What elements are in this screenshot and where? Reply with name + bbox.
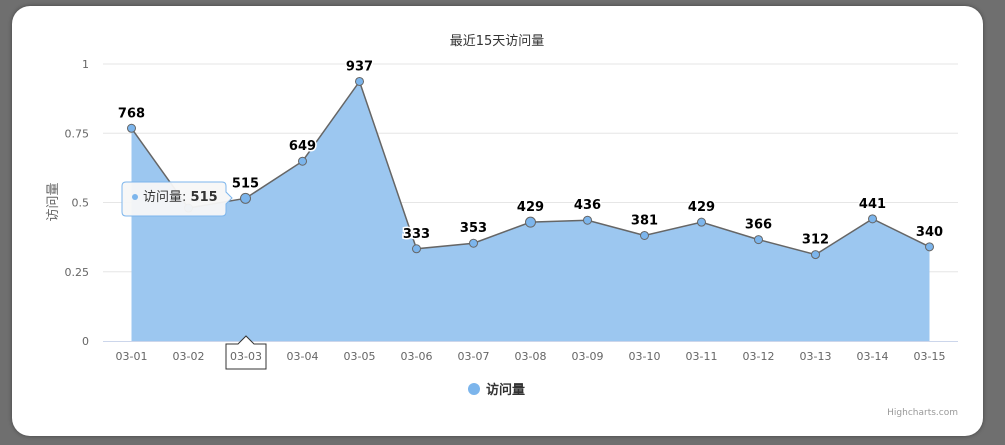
y-tick-label: 1 [82,58,89,71]
data-label: 429 [517,200,544,215]
data-label: 768 [118,106,145,121]
legend-marker[interactable] [468,383,480,395]
x-tick-label: 03-09 [572,350,604,363]
x-tick-label: 03-02 [173,350,205,363]
tooltip: 访问量: 515 [121,181,233,217]
data-point[interactable] [469,238,478,248]
x-axis-tooltip-label: 03-03 [230,350,262,363]
area-chart: 最近15天访问量 0 0.25 0.5 0.75 1 03-01 03-02 03-04 03… [46,34,958,418]
x-tick-label: 03-10 [629,350,661,363]
data-point[interactable] [868,214,877,224]
data-point[interactable] [525,216,536,228]
data-point[interactable] [240,192,251,204]
chart-card: 最近15天访问量 0 0.25 0.5 0.75 1 03-01 03-02 03-04 03… [12,6,983,436]
y-tick-label: 0 [82,335,89,348]
data-label: 515 [232,176,259,191]
x-tick-label: 03-01 [116,350,148,363]
data-point[interactable] [355,76,364,86]
data-label: 429 [688,200,715,215]
data-label: 381 [631,213,658,228]
data-point[interactable] [412,244,421,254]
x-tick-label: 03-15 [914,350,946,363]
data-label: 436 [574,198,601,213]
x-tick-label: 03-07 [458,350,490,363]
data-label: 353 [460,221,487,236]
x-tick-label: 03-12 [743,350,775,363]
tooltip-text: 访问量: 515 [143,190,218,205]
data-label: 441 [859,197,886,212]
tooltip-series-dot [132,194,138,200]
tooltip-series-name: 访问量 [143,190,182,205]
x-tick-label: 03-04 [287,350,319,363]
tooltip-separator: : [182,190,191,205]
legend-item[interactable]: 访问量 [486,382,525,398]
chart-title: 最近15天访问量 [450,34,545,49]
data-label: 340 [916,225,943,240]
tooltip-value: 515 [191,190,218,205]
y-tick-label: 0.5 [72,197,90,210]
y-axis-label: 访问量 [46,182,61,221]
data-label: 312 [802,233,829,248]
data-label: 937 [346,59,373,74]
data-label: 333 [403,227,430,242]
y-tick-label: 0.25 [65,266,90,279]
x-tick-label: 03-05 [344,350,376,363]
data-point[interactable] [298,156,307,166]
legend[interactable]: 访问量 [468,382,525,398]
data-point[interactable] [811,250,820,260]
y-tick-label: 0.75 [65,127,90,140]
x-tick-label: 03-11 [686,350,718,363]
data-label: 649 [289,139,316,154]
x-tick-label: 03-13 [800,350,832,363]
data-point[interactable] [697,217,706,227]
x-tick-label: 03-06 [401,350,433,363]
data-point[interactable] [754,235,763,245]
data-point[interactable] [127,123,136,133]
data-point[interactable] [925,242,934,252]
x-tick-label: 03-14 [857,350,889,363]
x-tick-label: 03-08 [515,350,547,363]
data-point[interactable] [640,230,649,240]
data-label: 366 [745,218,772,233]
data-point[interactable] [583,215,592,225]
credits-link[interactable]: Highcharts.com [887,408,958,418]
